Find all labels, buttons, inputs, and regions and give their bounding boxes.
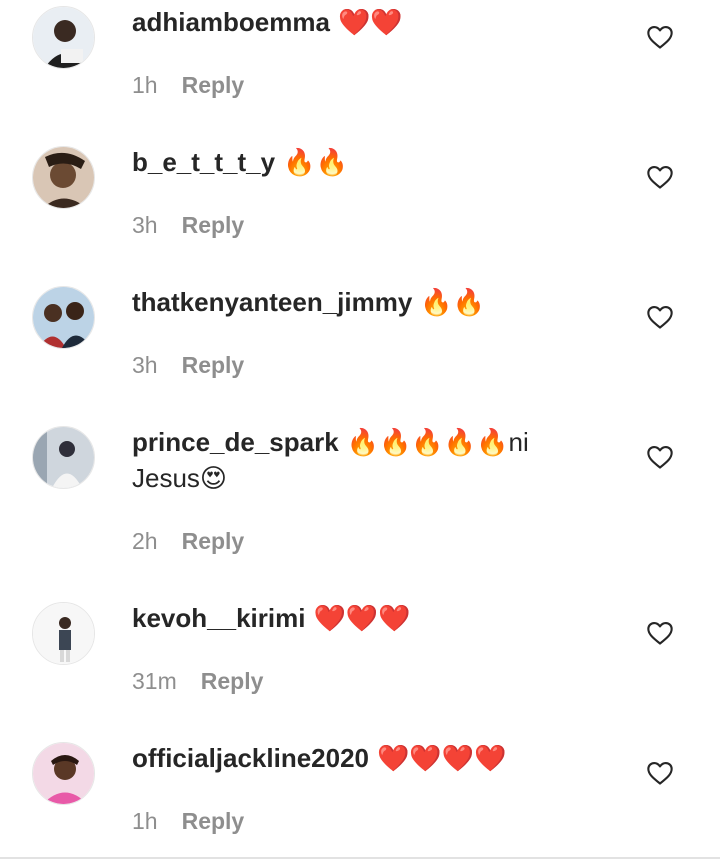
comment-body: ❤️❤️❤️❤️ <box>377 743 507 773</box>
avatar-image <box>33 603 94 664</box>
heart-outline-icon[interactable] <box>646 163 674 191</box>
heart-outline-icon[interactable] <box>646 23 674 51</box>
reply-button[interactable]: Reply <box>182 808 245 834</box>
comment-text: b_e_t_t_t_y 🔥🔥 <box>132 144 602 180</box>
reply-button[interactable]: Reply <box>182 352 245 378</box>
avatar-image <box>33 147 94 208</box>
comment-username[interactable]: prince_de_spark <box>132 427 339 457</box>
comment-meta: 1h Reply <box>132 806 244 836</box>
comment-body: ❤️❤️❤️ <box>313 603 411 633</box>
comment-username[interactable]: adhiamboemma <box>132 7 330 37</box>
comment-time: 3h <box>132 352 158 378</box>
avatar-image <box>33 743 94 804</box>
comment-time: 1h <box>132 72 158 98</box>
comment-time: 31m <box>132 668 177 694</box>
avatar[interactable] <box>32 742 95 805</box>
divider <box>0 857 720 859</box>
comment-text: thatkenyanteen_jimmy 🔥🔥 <box>132 284 602 320</box>
comment-text: adhiamboemma ❤️❤️ <box>132 4 602 40</box>
comment-time: 1h <box>132 808 158 834</box>
reply-button[interactable]: Reply <box>182 72 245 98</box>
avatar[interactable] <box>32 146 95 209</box>
comment-time: 3h <box>132 212 158 238</box>
comment-text: officialjackline2020 ❤️❤️❤️❤️ <box>132 740 602 776</box>
comment-body: ❤️❤️ <box>337 7 403 37</box>
comment-username[interactable]: officialjackline2020 <box>132 743 369 773</box>
avatar-image <box>33 427 94 488</box>
comment-meta: 31m Reply <box>132 666 263 696</box>
heart-outline-icon[interactable] <box>646 619 674 647</box>
comment-body: 🔥🔥 <box>420 287 486 317</box>
heart-outline-icon[interactable] <box>646 303 674 331</box>
reply-button[interactable]: Reply <box>182 528 245 554</box>
comment-meta: 3h Reply <box>132 210 244 240</box>
avatar[interactable] <box>32 426 95 489</box>
comment-username[interactable]: b_e_t_t_t_y <box>132 147 275 177</box>
reply-button[interactable]: Reply <box>201 668 264 694</box>
comment-meta: 2h Reply <box>132 526 244 556</box>
comment-body: 🔥🔥 <box>283 147 348 177</box>
avatar[interactable] <box>32 6 95 69</box>
comment-username[interactable]: thatkenyanteen_jimmy <box>132 287 412 317</box>
comment-time: 2h <box>132 528 158 554</box>
avatar[interactable] <box>32 602 95 665</box>
avatar-image <box>33 287 94 348</box>
heart-outline-icon[interactable] <box>646 443 674 471</box>
reply-button[interactable]: Reply <box>182 212 245 238</box>
heart-outline-icon[interactable] <box>646 759 674 787</box>
comment-username[interactable]: kevoh__kirimi <box>132 603 305 633</box>
avatar[interactable] <box>32 286 95 349</box>
comment-meta: 1h Reply <box>132 70 244 100</box>
avatar-image <box>33 7 94 68</box>
comment-meta: 3h Reply <box>132 350 244 380</box>
comment-text: prince_de_spark 🔥🔥🔥🔥🔥ni Jesus😍 <box>132 424 602 496</box>
comment-text: kevoh__kirimi ❤️❤️❤️ <box>132 600 602 636</box>
